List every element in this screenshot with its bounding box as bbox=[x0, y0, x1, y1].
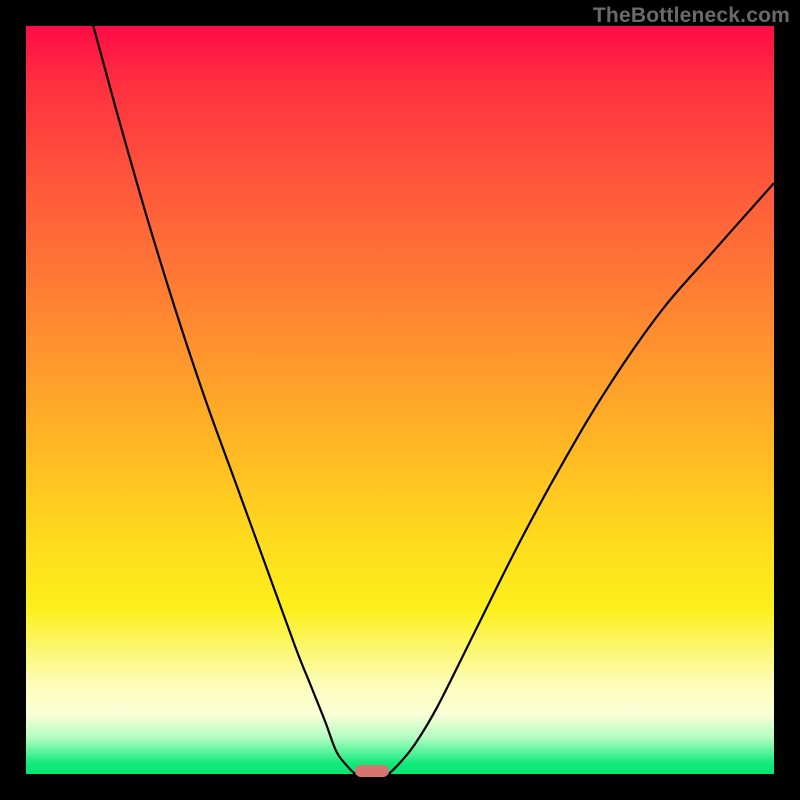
curve-right-branch bbox=[389, 183, 774, 774]
watermark: TheBottleneck.com bbox=[593, 4, 790, 28]
minimum-marker bbox=[355, 765, 389, 777]
curve-left-branch bbox=[93, 26, 355, 774]
bottleneck-curve bbox=[26, 26, 774, 774]
plot-area bbox=[26, 26, 774, 774]
chart-frame: TheBottleneck.com bbox=[0, 0, 800, 800]
